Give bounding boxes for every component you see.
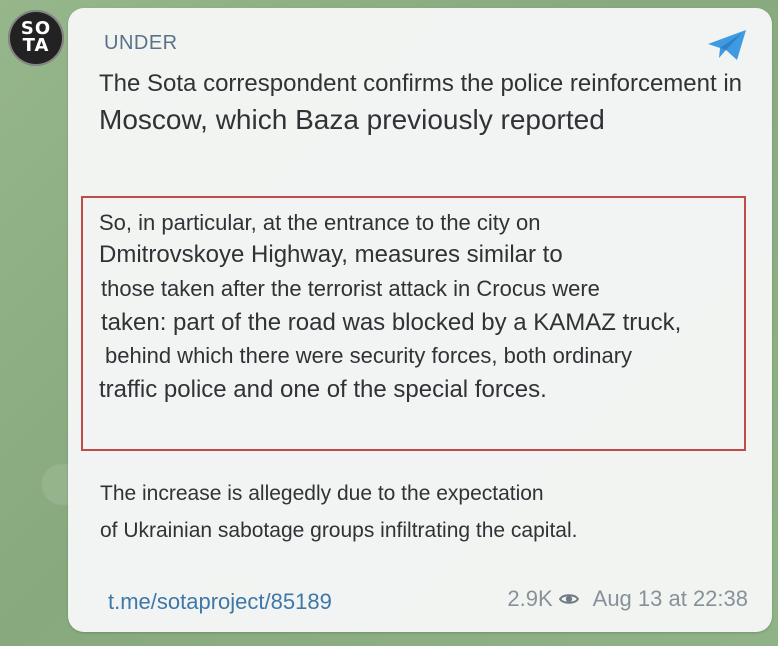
paragraph-2-line-6: traffic police and one of the special fo… bbox=[99, 376, 547, 403]
message-paragraph-3: The increase is allegedly due to the exp… bbox=[100, 483, 577, 557]
paragraph-3-line-1: The increase is allegedly due to the exp… bbox=[100, 482, 544, 505]
paragraph-2-line-1: So, in particular, at the entrance to th… bbox=[99, 210, 541, 235]
message-bubble: UNDER The Sota correspondent confirms th… bbox=[68, 8, 772, 632]
message-paragraph-2: So, in particular, at the entrance to th… bbox=[99, 212, 681, 412]
avatar-text-bottom: TA bbox=[22, 35, 50, 56]
channel-name[interactable]: UNDER bbox=[104, 32, 178, 55]
message-timestamp: Aug 13 at 22:38 bbox=[592, 586, 748, 611]
paragraph-2-line-2: Dmitrovskoye Highway, measures similar t… bbox=[99, 241, 563, 268]
views-counter: 2.9K bbox=[507, 586, 592, 612]
paragraph-2-line-5: behind which there were security forces,… bbox=[105, 343, 633, 368]
message-paragraph-1: The Sota correspondent confirms the poli… bbox=[99, 72, 742, 144]
telegram-send-icon[interactable] bbox=[706, 28, 748, 62]
channel-avatar[interactable]: SO TA bbox=[8, 10, 64, 66]
paragraph-2-line-3: those taken after the terrorist attack i… bbox=[101, 276, 600, 301]
views-count: 2.9K bbox=[507, 586, 553, 611]
source-link[interactable]: t.me/sotaproject/85189 bbox=[108, 589, 332, 615]
paragraph-1-line-1: The Sota correspondent confirms the poli… bbox=[99, 70, 742, 97]
paragraph-2-line-4: taken: part of the road was blocked by a… bbox=[101, 309, 682, 336]
eye-icon bbox=[558, 594, 579, 604]
paragraph-3-line-2: of Ukrainian sabotage groups infiltratin… bbox=[100, 519, 578, 542]
paragraph-1-line-2: Moscow, which Baza previously reported bbox=[99, 104, 605, 135]
message-meta: 2.9K Aug 13 at 22:38 bbox=[507, 586, 748, 612]
